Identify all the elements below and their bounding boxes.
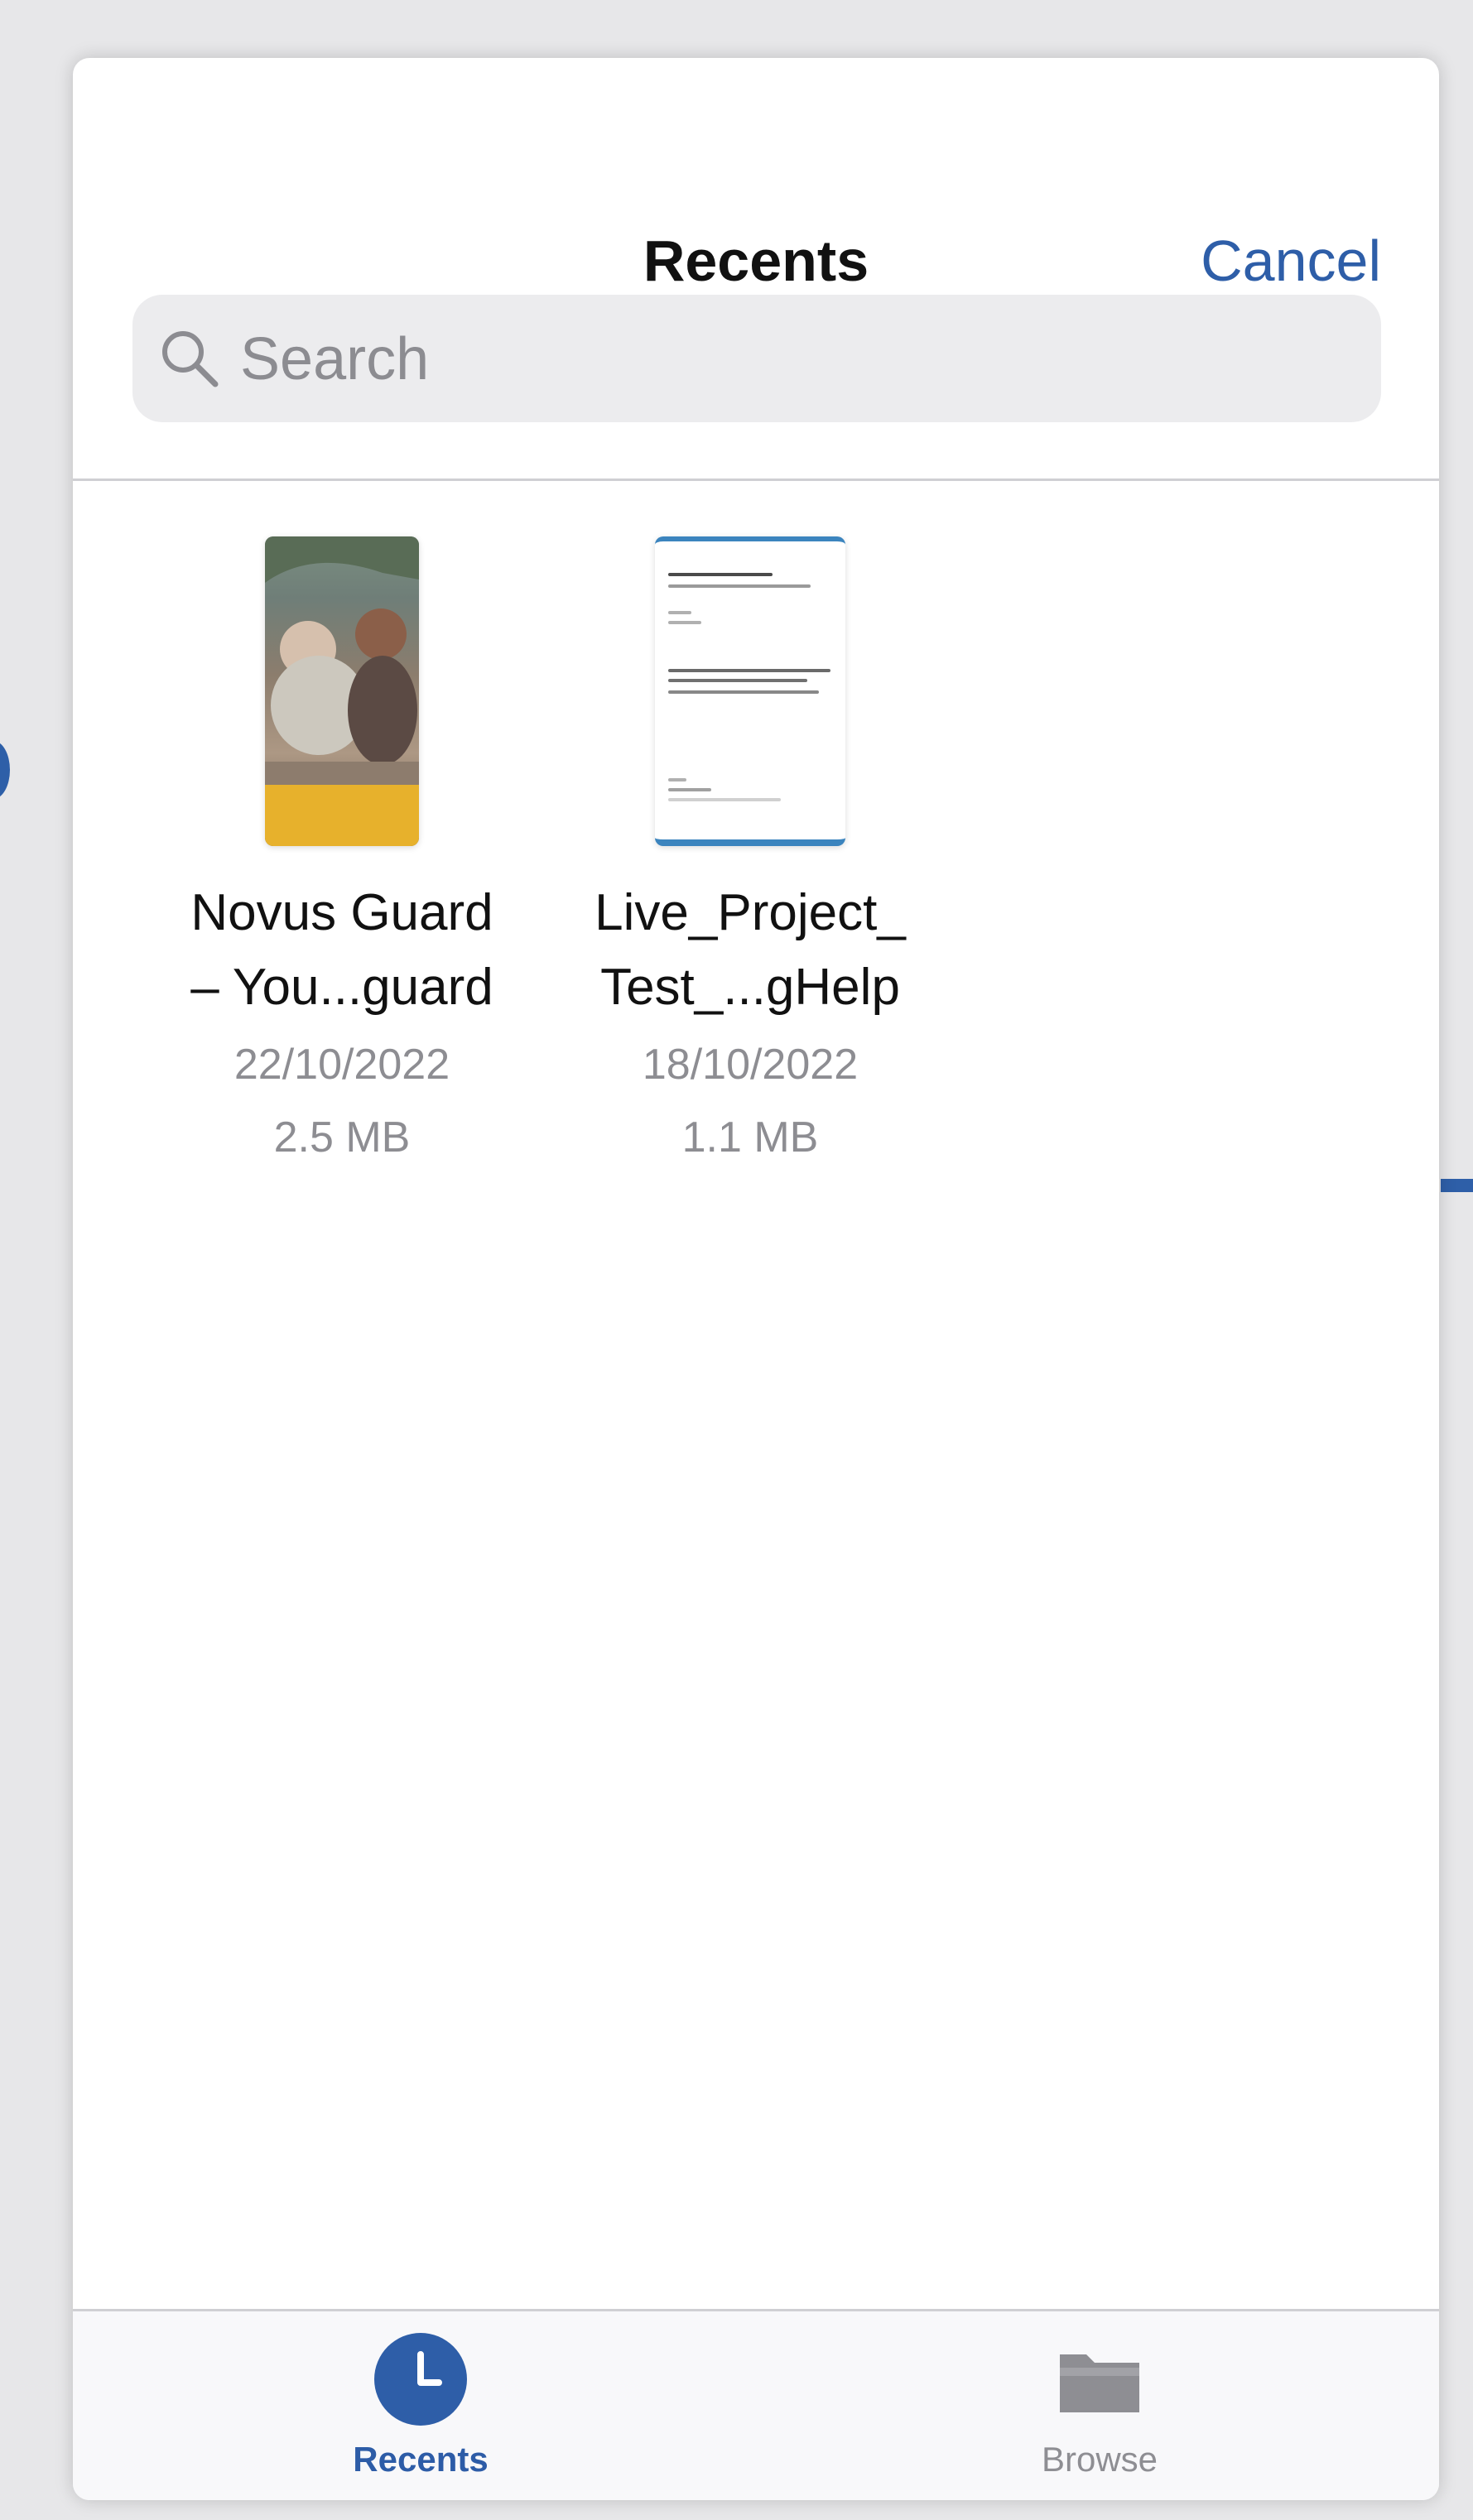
thumbnail-text-line bbox=[668, 611, 691, 614]
file-size: 1.1 MB bbox=[681, 1113, 819, 1161]
search-bar[interactable] bbox=[132, 295, 1381, 422]
tab-label-recents: Recents bbox=[353, 2440, 489, 2479]
file-item-novus-guard[interactable]: Novus Guard – You...guard 22/10/2022 2.5… bbox=[160, 536, 524, 1171]
bottom-tab-bar: Recents Browse bbox=[73, 2309, 1439, 2500]
background-left-mark bbox=[0, 741, 10, 799]
thumbnail-text-line bbox=[668, 798, 781, 801]
file-name: Live_Project_ Test_...gHelp bbox=[594, 884, 906, 1016]
thumbnail-text-line bbox=[668, 679, 807, 682]
tab-browse[interactable]: Browse bbox=[926, 2311, 1273, 2500]
header-divider bbox=[73, 479, 1439, 481]
file-item-live-project[interactable]: Live_Project_ Test_...gHelp 18/10/2022 1… bbox=[568, 536, 932, 1171]
thumbnail-text-line bbox=[668, 788, 711, 791]
tab-label-browse: Browse bbox=[1041, 2440, 1158, 2479]
clock-icon bbox=[374, 2333, 467, 2426]
thumbnail-text-line bbox=[668, 669, 830, 672]
thumbnail-text-line bbox=[668, 621, 701, 624]
thumbnail-yellow-band bbox=[265, 785, 419, 846]
file-size: 2.5 MB bbox=[273, 1113, 411, 1161]
tab-recents[interactable]: Recents bbox=[247, 2311, 594, 2500]
file-picker-sheet: Recents Cancel Novus Guard – You...guard… bbox=[73, 58, 1439, 2500]
file-name: Novus Guard – You...guard bbox=[190, 884, 493, 1016]
folder-icon bbox=[1060, 2354, 1139, 2412]
document-thumbnail-photo bbox=[265, 536, 419, 846]
search-input[interactable] bbox=[238, 321, 1318, 397]
cancel-button[interactable]: Cancel bbox=[1201, 232, 1381, 290]
thumbnail-text-line bbox=[668, 778, 686, 781]
thumbnail-text-line bbox=[668, 573, 773, 576]
search-icon bbox=[162, 331, 219, 387]
background-right-mark bbox=[1441, 1179, 1473, 1192]
thumbnail-text-line bbox=[668, 690, 819, 694]
file-date: 22/10/2022 bbox=[233, 1041, 450, 1089]
thumbnail-text-line bbox=[668, 584, 811, 588]
file-date: 18/10/2022 bbox=[642, 1041, 859, 1089]
document-thumbnail-text bbox=[655, 536, 845, 846]
